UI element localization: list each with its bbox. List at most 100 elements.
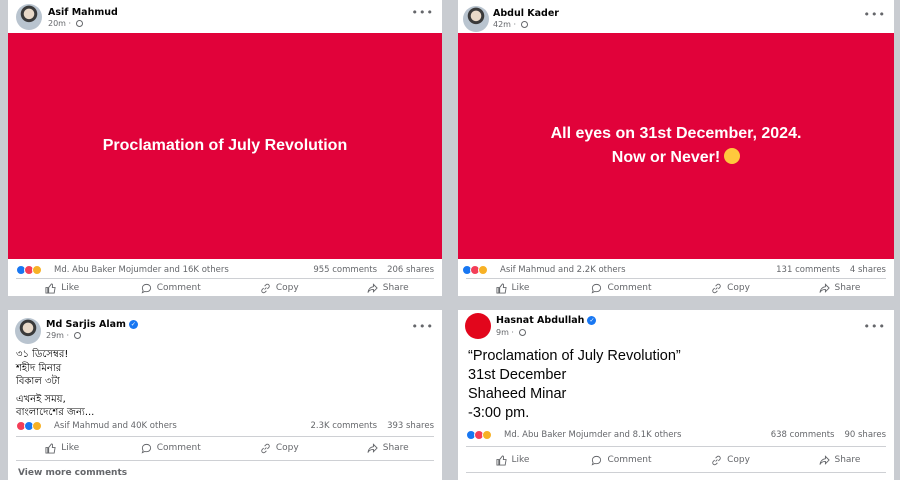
- more-dots-icon[interactable]: •••: [412, 6, 434, 19]
- comment-button[interactable]: Comment: [117, 279, 226, 296]
- post-time-label: 20m: [48, 19, 66, 28]
- avatar[interactable]: [16, 4, 42, 30]
- post-text-line: Shaheed Minar: [468, 386, 567, 402]
- more-dots-icon[interactable]: •••: [864, 320, 886, 333]
- reaction-summary[interactable]: Md. Abu Baker Mojumder and 8.1K others: [504, 430, 681, 440]
- view-more-comments-link[interactable]: View more comments: [18, 468, 127, 478]
- comment-count[interactable]: 2.3K comments: [310, 421, 377, 431]
- banner-line-2: Now or Never!: [611, 149, 721, 166]
- like-button[interactable]: Like: [8, 279, 117, 296]
- reaction-summary[interactable]: Asif Mahmud and 2.2K others: [500, 265, 626, 275]
- comment-button[interactable]: Comment: [567, 451, 676, 469]
- post-time[interactable]: 9m ·: [496, 328, 526, 337]
- banner-line-1: All eyes on 31st December, 2024.: [550, 125, 802, 142]
- post-banner: All eyes on 31st December, 2024. Now or …: [458, 33, 894, 259]
- share-label: Share: [382, 283, 409, 293]
- comment-label: Comment: [607, 455, 652, 465]
- share-count[interactable]: 4 shares: [850, 265, 886, 275]
- comment-icon: [141, 443, 151, 454]
- verified-badge-icon: ✓: [128, 320, 138, 329]
- post-text: “Proclamation of July Revolution” 31st D…: [468, 347, 681, 423]
- comment-button[interactable]: Comment: [567, 279, 676, 296]
- share-count[interactable]: 90 shares: [844, 430, 886, 440]
- like-button[interactable]: Like: [458, 451, 567, 469]
- copy-label: Copy: [275, 443, 299, 453]
- like-label: Like: [61, 283, 80, 293]
- copy-label: Copy: [727, 455, 750, 465]
- avatar[interactable]: [465, 313, 491, 339]
- share-label: Share: [834, 283, 861, 293]
- reaction-summary[interactable]: Asif Mahmud and 40K others: [54, 421, 177, 431]
- share-label: Share: [382, 443, 409, 453]
- copy-button[interactable]: Copy: [225, 279, 334, 296]
- thumbs-up-icon: [45, 442, 56, 454]
- share-button[interactable]: Share: [334, 279, 443, 296]
- reaction-icons[interactable]: [16, 421, 48, 431]
- share-count[interactable]: 206 shares: [387, 265, 434, 275]
- post-time[interactable]: 42m ·: [493, 20, 528, 29]
- post-time[interactable]: 20m ·: [48, 19, 83, 28]
- comment-icon: [591, 455, 602, 466]
- comment-label: Comment: [156, 443, 201, 453]
- reaction-icons[interactable]: [16, 265, 48, 275]
- share-icon: [818, 454, 830, 465]
- fist-emoji-icon: [724, 148, 741, 164]
- share-icon: [367, 282, 378, 293]
- share-button[interactable]: Share: [334, 439, 443, 457]
- comment-count[interactable]: 131 comments: [776, 265, 840, 275]
- share-icon: [367, 442, 378, 453]
- post-text-line: -3:00 pm.: [468, 405, 530, 421]
- post-time-label: 29m: [46, 331, 64, 340]
- post-stats: Md. Abu Baker Mojumder and 16K others 95…: [8, 262, 442, 278]
- author-name[interactable]: Asif Mahmud: [48, 7, 118, 18]
- like-label: Like: [511, 455, 530, 465]
- post-card: Abdul Kader 42m · ••• All eyes on 31st D…: [458, 0, 894, 296]
- copy-button[interactable]: Copy: [676, 451, 785, 469]
- verified-badge-icon: ✓: [587, 316, 597, 325]
- share-label: Share: [834, 455, 861, 465]
- comment-count[interactable]: 638 comments: [771, 430, 835, 440]
- thumbs-up-icon: [495, 454, 507, 466]
- share-count[interactable]: 393 shares: [387, 421, 434, 431]
- copy-label: Copy: [275, 283, 299, 293]
- globe-icon: [73, 332, 81, 339]
- copy-link-icon: [261, 283, 270, 293]
- globe-icon: [520, 21, 528, 28]
- copy-button[interactable]: Copy: [225, 439, 334, 457]
- post-text-line: বিকাল ৩টা: [16, 376, 60, 387]
- avatar[interactable]: [463, 6, 489, 32]
- action-bar: Like Comment Copy Share: [8, 279, 442, 296]
- comment-button[interactable]: Comment: [117, 439, 226, 457]
- post-header: Md Sarjis Alam ✓ 29m · •••: [8, 310, 442, 344]
- share-button[interactable]: Share: [785, 279, 894, 296]
- divider: [466, 446, 886, 447]
- copy-link-icon: [712, 283, 721, 293]
- more-dots-icon[interactable]: •••: [864, 8, 886, 21]
- reaction-icons[interactable]: [462, 265, 494, 275]
- post-header: Asif Mahmud 20m · •••: [8, 0, 442, 32]
- post-card: Md Sarjis Alam ✓ 29m · ••• ৩১ ডিসেম্বর! শ…: [8, 310, 442, 480]
- post-header: Hasnat Abdullah ✓ 9m · •••: [458, 310, 894, 342]
- reaction-icons[interactable]: [466, 430, 498, 440]
- author-name[interactable]: Hasnat Abdullah ✓: [496, 315, 597, 326]
- action-bar: Like Comment Copy Share: [458, 279, 894, 296]
- post-time-label: 42m: [493, 20, 511, 29]
- like-button[interactable]: Like: [8, 439, 117, 457]
- comment-count[interactable]: 955 comments: [313, 265, 377, 275]
- reaction-summary[interactable]: Md. Abu Baker Mojumder and 16K others: [54, 265, 229, 275]
- share-button[interactable]: Share: [785, 451, 894, 469]
- post-time[interactable]: 29m ·: [46, 331, 81, 340]
- comment-label: Comment: [156, 283, 201, 293]
- post-text-line: ৩১ ডিসেম্বর!: [16, 349, 69, 360]
- author-name[interactable]: Md Sarjis Alam ✓: [46, 319, 138, 330]
- author-name[interactable]: Abdul Kader: [493, 8, 559, 19]
- care-reaction-icon: [32, 265, 42, 275]
- more-dots-icon[interactable]: •••: [412, 320, 434, 333]
- globe-icon: [75, 20, 83, 27]
- like-label: Like: [511, 283, 530, 293]
- post-text-line: “Proclamation of July Revolution”: [468, 348, 681, 364]
- avatar[interactable]: [15, 318, 41, 344]
- post-text-line: শহীদ মিনার: [16, 362, 62, 374]
- copy-button[interactable]: Copy: [676, 279, 785, 296]
- like-button[interactable]: Like: [458, 279, 567, 296]
